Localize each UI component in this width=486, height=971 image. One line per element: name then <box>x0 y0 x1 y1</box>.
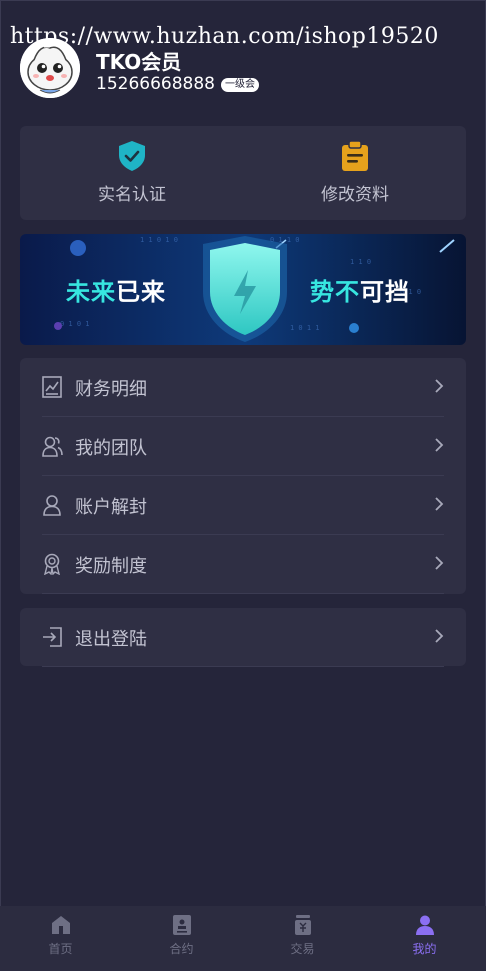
svg-text:1 1 0 1 0: 1 1 0 1 0 <box>140 236 178 244</box>
finance-chart-icon <box>42 376 62 398</box>
svg-text:1 1 0: 1 1 0 <box>350 258 371 266</box>
banner-text-unstoppable-a: 势不 <box>310 278 360 306</box>
menu-item-logout-label: 退出登陆 <box>75 629 147 650</box>
menu-item-logout[interactable]: 退出登陆 <box>20 608 466 667</box>
bottom-tab-bar: 首页 合约 交易 我的 <box>0 906 486 971</box>
profile-icon <box>415 915 434 935</box>
tab-home-label: 首页 <box>48 942 73 956</box>
trade-icon <box>294 915 311 935</box>
chevron-right-icon <box>435 379 444 393</box>
menu-item-team-label: 我的团队 <box>75 438 147 459</box>
quick-actions-card: 实名认证 修改资料 <box>20 126 466 220</box>
logout-icon <box>43 627 62 647</box>
svg-text:1 0 1 1: 1 0 1 1 <box>290 324 320 332</box>
watermark-url: https://www.huzhan.com/ishop19520 <box>10 24 439 49</box>
menu-item-team[interactable]: 我的团队 <box>20 417 466 476</box>
account-menu: 财务明细 我的团队 账户解封 奖励制度 <box>20 358 466 594</box>
divider <box>42 593 444 594</box>
banner-text-unstoppable-b: 可挡 <box>360 278 410 306</box>
shield-check-icon <box>119 141 145 171</box>
user-phone-row: 15266668888 一级会 <box>96 74 259 94</box>
menu-item-rewards[interactable]: 奖励制度 <box>20 535 466 594</box>
quick-action-verify[interactable]: 实名认证 <box>52 140 212 205</box>
chevron-right-icon <box>435 438 444 452</box>
menu-item-rewards-label: 奖励制度 <box>75 556 147 577</box>
divider <box>42 666 444 667</box>
chevron-right-icon <box>435 629 444 643</box>
user-phone: 15266668888 <box>96 74 215 94</box>
quick-action-edit-profile-label: 修改资料 <box>321 185 389 205</box>
logout-card: 退出登陆 <box>20 608 466 667</box>
tab-trade[interactable]: 交易 <box>242 914 363 957</box>
svg-text:0 1 0 1: 0 1 0 1 <box>60 320 90 328</box>
tab-profile-label: 我的 <box>412 942 437 956</box>
menu-item-unlock-label: 账户解封 <box>75 497 147 518</box>
banner-text-arrived: 已来 <box>116 278 166 306</box>
banner-slogan-left: 未来已来 <box>66 272 166 307</box>
tab-contract-label: 合约 <box>169 942 194 956</box>
tab-profile[interactable]: 我的 <box>364 914 485 957</box>
home-icon <box>51 916 70 934</box>
quick-action-edit-profile[interactable]: 修改资料 <box>275 140 435 205</box>
user-name: TKO会员 <box>96 50 182 74</box>
chevron-right-icon <box>435 497 444 511</box>
clipboard-edit-icon <box>342 140 368 171</box>
banner-text-future: 未来 <box>66 278 116 306</box>
chevron-right-icon <box>435 556 444 570</box>
user-unlock-icon <box>43 495 61 516</box>
tab-contract[interactable]: 合约 <box>121 914 242 957</box>
contract-icon <box>172 915 191 935</box>
tab-home[interactable]: 首页 <box>0 914 121 957</box>
menu-item-unlock[interactable]: 账户解封 <box>20 476 466 535</box>
team-icon <box>42 436 63 457</box>
tab-trade-label: 交易 <box>290 942 315 956</box>
member-level-badge: 一级会 <box>220 78 259 92</box>
award-medal-icon <box>44 553 60 575</box>
menu-item-finance[interactable]: 财务明细 <box>20 358 466 417</box>
menu-item-finance-label: 财务明细 <box>75 379 147 400</box>
promo-banner[interactable]: 1 1 0 1 0 0 1 1 0 1 1 0 0 1 0 1 1 0 1 1 … <box>20 234 466 345</box>
banner-slogan-right: 势不可挡 <box>310 272 410 307</box>
quick-action-verify-label: 实名认证 <box>98 185 166 205</box>
